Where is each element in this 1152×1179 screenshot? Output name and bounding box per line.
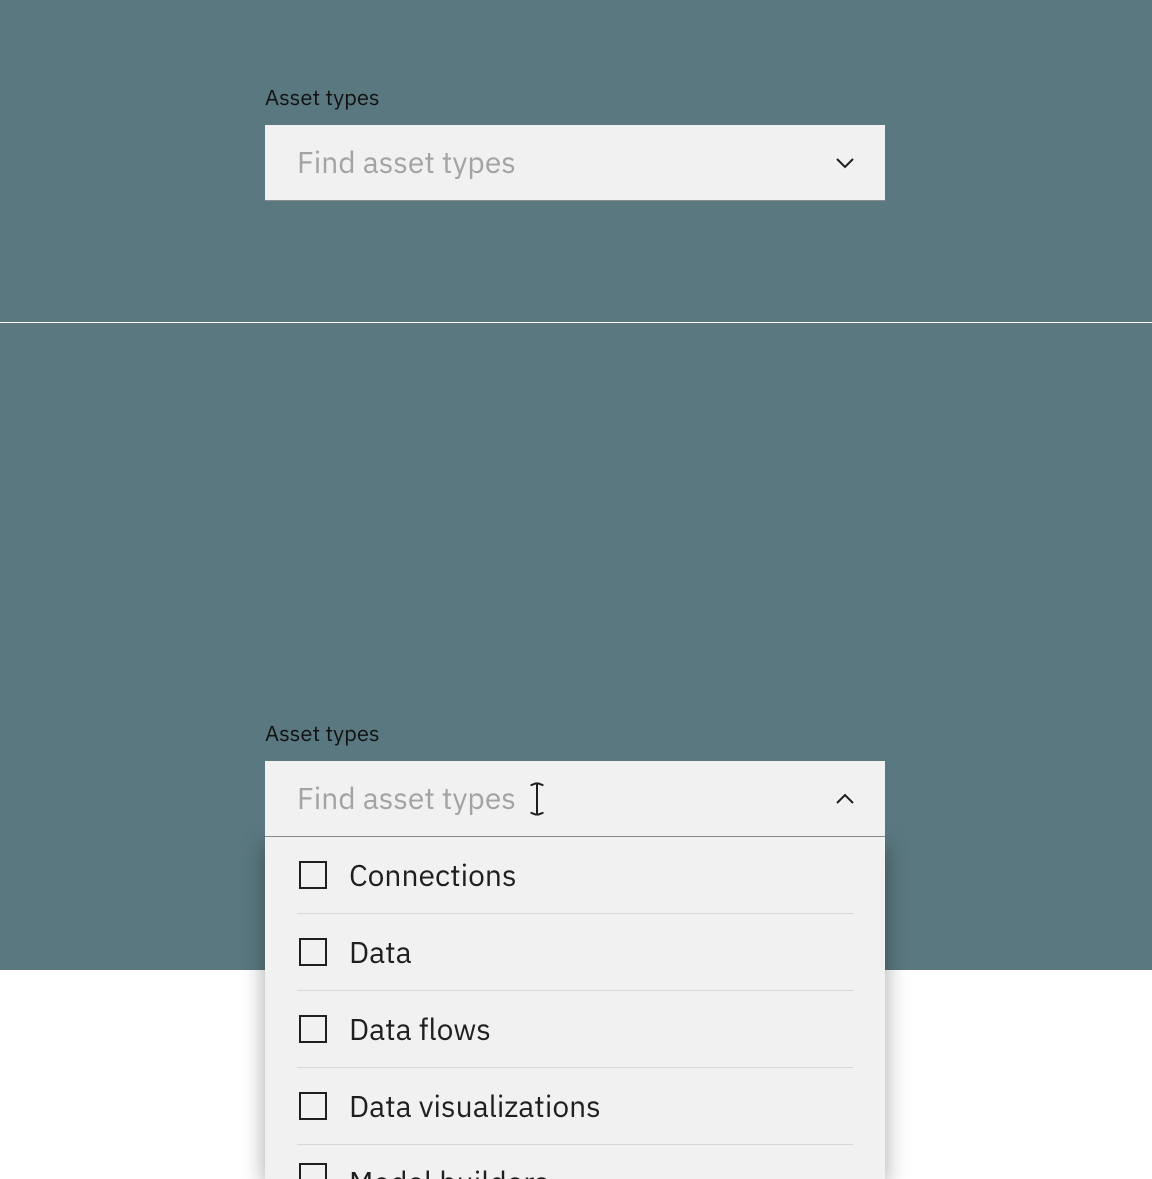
combobox-placeholder: Find asset types xyxy=(297,779,516,818)
asset-types-combobox-open[interactable]: Find asset types xyxy=(265,761,885,837)
option-label: Connections xyxy=(349,856,517,895)
option-label: Data visualizations xyxy=(349,1087,601,1126)
field-label: Asset types xyxy=(265,85,885,111)
asset-types-combobox[interactable]: Find asset types xyxy=(265,125,885,201)
example-panel-open: Asset types Find asset types Connections… xyxy=(0,323,1152,970)
chevron-down-icon[interactable] xyxy=(831,149,859,177)
asset-types-field-closed: Asset types Find asset types xyxy=(265,85,885,201)
option-data-visualizations[interactable]: Data visualizations xyxy=(265,1068,885,1144)
checkbox[interactable] xyxy=(299,1092,327,1120)
checkbox[interactable] xyxy=(299,861,327,889)
checkbox[interactable] xyxy=(299,1163,327,1179)
asset-types-field-open: Asset types Find asset types Connections… xyxy=(265,721,885,1179)
chevron-up-icon[interactable] xyxy=(831,785,859,813)
option-model-builders[interactable]: Model builders xyxy=(265,1145,885,1179)
option-data[interactable]: Data xyxy=(265,914,885,990)
field-label: Asset types xyxy=(265,721,885,747)
option-label: Data flows xyxy=(349,1010,491,1049)
option-data-flows[interactable]: Data flows xyxy=(265,991,885,1067)
combobox-placeholder: Find asset types xyxy=(297,143,831,182)
option-connections[interactable]: Connections xyxy=(265,837,885,913)
option-label: Model builders xyxy=(349,1163,549,1179)
asset-types-dropdown: Connections Data Data flows Data visuali… xyxy=(265,837,885,1179)
text-cursor-icon xyxy=(528,782,546,816)
example-panel-closed: Asset types Find asset types xyxy=(0,0,1152,322)
checkbox[interactable] xyxy=(299,938,327,966)
checkbox[interactable] xyxy=(299,1015,327,1043)
option-label: Data xyxy=(349,933,412,972)
